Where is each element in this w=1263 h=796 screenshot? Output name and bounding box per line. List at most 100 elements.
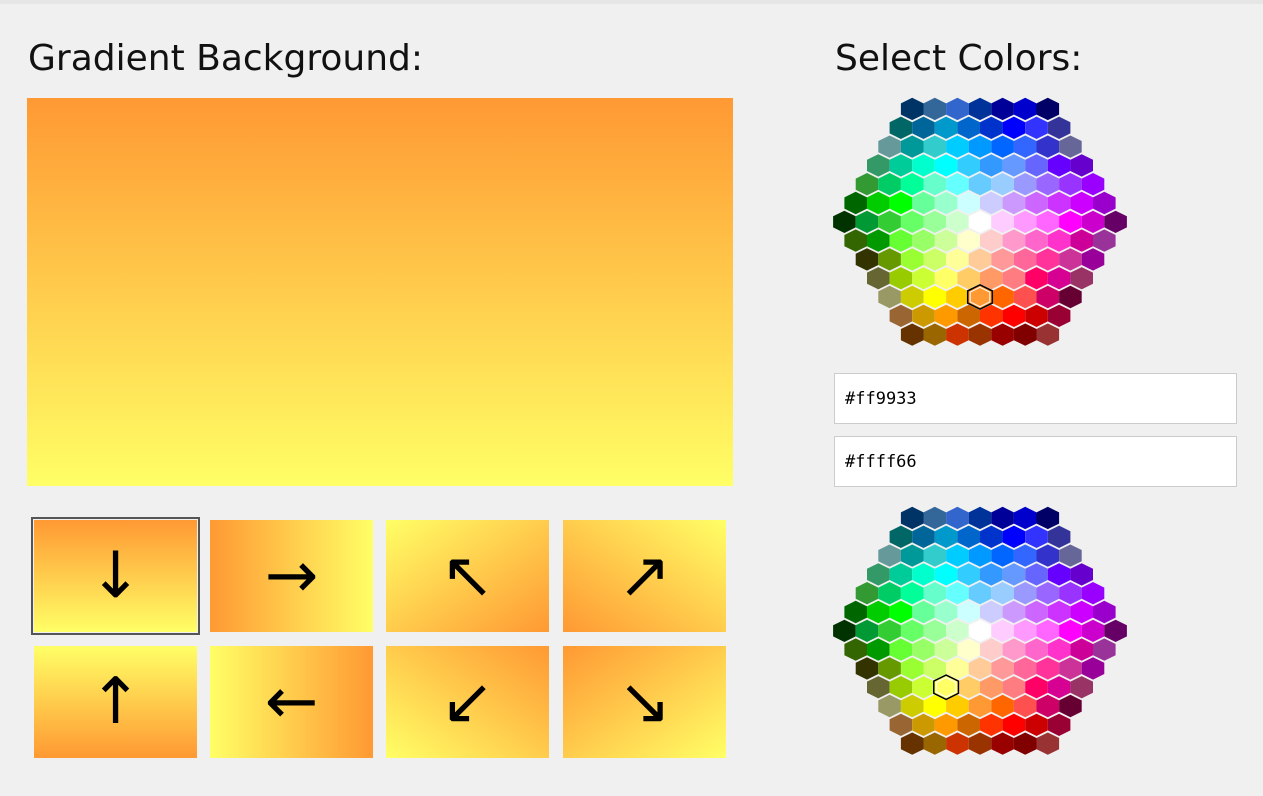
end-palette-swatch[interactable] [1025, 563, 1048, 586]
start-palette-swatch[interactable] [968, 248, 992, 271]
start-palette-swatch[interactable] [1002, 267, 1026, 290]
start-palette-swatch[interactable] [878, 210, 901, 233]
start-palette-swatch[interactable] [1013, 135, 1037, 158]
direction-button-up-left[interactable]: ↖ [386, 520, 549, 632]
start-palette-swatch[interactable] [855, 210, 879, 233]
end-palette-swatch[interactable] [1013, 657, 1037, 680]
start-palette-swatch[interactable] [1070, 191, 1093, 215]
start-palette-swatch[interactable] [889, 116, 913, 139]
end-palette-swatch[interactable] [867, 638, 890, 661]
start-palette-swatch[interactable] [991, 97, 1014, 121]
start-palette-swatch[interactable] [968, 97, 992, 121]
start-palette-swatch[interactable] [934, 229, 958, 252]
direction-button-up-right[interactable]: ↗ [563, 520, 726, 632]
start-palette-swatch[interactable] [889, 267, 913, 290]
end-palette-swatch[interactable] [878, 619, 901, 642]
end-palette-swatch[interactable] [878, 694, 901, 718]
end-palette-swatch[interactable] [855, 657, 879, 680]
start-palette-swatch[interactable] [867, 191, 890, 215]
start-palette-swatch[interactable] [1081, 173, 1105, 196]
start-palette-swatch[interactable] [900, 173, 924, 196]
start-palette-swatch[interactable] [946, 210, 969, 233]
start-palette-swatch[interactable] [1002, 191, 1026, 215]
start-palette-swatch[interactable] [1059, 135, 1082, 158]
start-palette-swatch[interactable] [934, 304, 958, 327]
start-palette-swatch[interactable] [1059, 285, 1082, 309]
start-palette-swatch[interactable] [968, 210, 992, 233]
start-palette-swatch[interactable] [1047, 304, 1071, 327]
end-palette-swatch[interactable] [1059, 657, 1082, 680]
start-palette-swatch[interactable] [946, 323, 969, 346]
direction-button-down-right[interactable]: ↘ [563, 646, 726, 758]
end-palette-swatch[interactable] [833, 619, 856, 642]
end-palette-swatch[interactable] [923, 506, 947, 530]
start-palette-swatch[interactable] [1013, 248, 1037, 271]
end-palette-swatch[interactable] [923, 732, 947, 755]
end-palette-swatch[interactable] [957, 525, 980, 548]
end-palette-swatch[interactable] [1047, 638, 1071, 661]
start-palette-swatch[interactable] [1025, 229, 1048, 252]
start-palette-swatch[interactable] [900, 135, 924, 158]
end-palette-swatch[interactable] [1070, 563, 1093, 586]
end-palette-swatch[interactable] [1013, 619, 1037, 642]
end-palette-swatch[interactable] [991, 732, 1014, 755]
end-palette-swatch[interactable] [1070, 676, 1093, 699]
start-palette-swatch[interactable] [912, 304, 935, 327]
start-palette-swatch[interactable] [980, 229, 1003, 252]
end-palette-selected-swatch[interactable] [933, 674, 960, 701]
direction-button-up[interactable]: ↑ [34, 646, 197, 758]
start-palette-swatch[interactable] [934, 116, 958, 139]
end-palette-swatch[interactable] [1104, 619, 1127, 642]
end-palette-swatch[interactable] [1013, 732, 1037, 755]
end-palette-swatch[interactable] [1081, 582, 1105, 605]
end-palette-swatch[interactable] [844, 600, 867, 624]
start-palette-swatch[interactable] [1047, 267, 1071, 290]
start-palette-swatch[interactable] [855, 248, 879, 271]
end-palette-swatch[interactable] [889, 563, 913, 586]
start-palette-swatch[interactable] [1013, 285, 1037, 309]
start-palette-swatch[interactable] [900, 248, 924, 271]
end-palette-swatch[interactable] [1025, 713, 1048, 736]
end-palette-swatch[interactable] [878, 582, 901, 605]
end-palette-swatch[interactable] [900, 694, 924, 718]
start-palette-swatch[interactable] [1013, 173, 1037, 196]
start-palette-swatch[interactable] [1002, 154, 1026, 177]
end-palette-swatch[interactable] [1025, 600, 1048, 624]
color-picker-start[interactable] [833, 97, 1128, 347]
start-palette-swatch[interactable] [1070, 154, 1093, 177]
end-palette-swatch[interactable] [878, 657, 901, 680]
end-palette-swatch[interactable] [889, 713, 913, 736]
start-palette-swatch[interactable] [1002, 304, 1026, 327]
start-palette-swatch[interactable] [867, 267, 890, 290]
start-palette-swatch[interactable] [957, 116, 980, 139]
start-palette-swatch[interactable] [991, 285, 1014, 309]
end-palette-swatch[interactable] [867, 563, 890, 586]
start-palette-swatch[interactable] [878, 173, 901, 196]
start-palette-swatch[interactable] [946, 248, 969, 271]
start-palette-swatch[interactable] [912, 154, 935, 177]
end-palette-swatch[interactable] [1047, 713, 1071, 736]
color-picker-end[interactable] [833, 506, 1128, 756]
start-palette-selected-swatch[interactable] [966, 283, 994, 311]
end-palette-swatch[interactable] [1047, 600, 1071, 624]
start-palette-swatch[interactable] [889, 154, 913, 177]
end-palette-swatch[interactable] [1013, 694, 1037, 718]
start-palette-swatch[interactable] [946, 97, 969, 121]
start-palette-swatch[interactable] [912, 267, 935, 290]
start-palette-swatch[interactable] [934, 154, 958, 177]
end-palette-swatch[interactable] [946, 506, 969, 530]
end-palette-swatch[interactable] [968, 732, 992, 755]
end-palette-swatch[interactable] [867, 676, 890, 699]
start-palette-swatch[interactable] [1025, 304, 1048, 327]
start-palette-swatch[interactable] [1104, 210, 1127, 233]
end-palette-swatch[interactable] [1047, 563, 1071, 586]
end-palette-swatch[interactable] [855, 619, 879, 642]
end-palette-swatch[interactable] [946, 544, 969, 567]
end-palette-swatch[interactable] [991, 619, 1014, 642]
start-palette-swatch[interactable] [1070, 267, 1093, 290]
end-palette-swatch[interactable] [991, 506, 1014, 530]
start-palette-swatch[interactable] [1059, 248, 1082, 271]
direction-button-right[interactable]: → [210, 520, 373, 632]
start-palette-swatch[interactable] [1036, 248, 1060, 271]
end-palette-swatch[interactable] [1059, 694, 1082, 718]
